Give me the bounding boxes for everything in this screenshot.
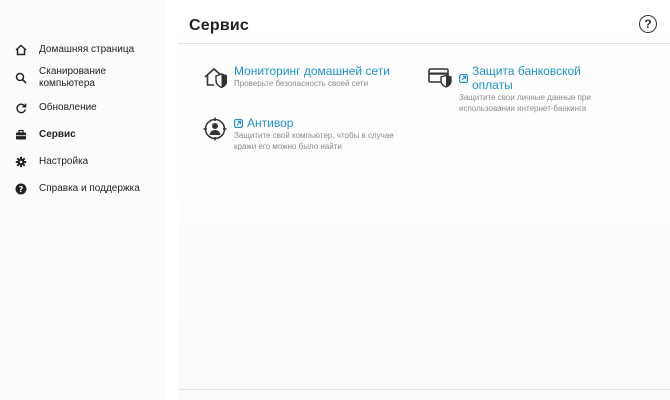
tile-description: Защитите свой компьютер, чтобы в случае … (234, 131, 394, 151)
page-title: Сервис (189, 17, 249, 34)
tile-anti-theft[interactable]: Антивор Защитите свой компьютер, чтобы в… (203, 116, 408, 152)
sidebar-item-service[interactable]: Сервис (0, 121, 166, 148)
external-link-icon (234, 118, 243, 128)
header-divider (178, 43, 670, 44)
sidebar-item-scan[interactable]: Сканирование компьютера (0, 62, 166, 94)
tile-home-network-monitor[interactable]: Мониторинг домашней сети Проверьте безоп… (203, 64, 408, 90)
sidebar-item-label: Справка и поддержка (39, 182, 140, 194)
sidebar-item-label: Сервис (39, 128, 76, 140)
tile-title-link[interactable]: Защита банковской оплаты (459, 64, 624, 92)
help-circle-icon: ? (14, 182, 28, 196)
tile-description: Проверьте безопасность своей сети (234, 79, 369, 88)
help-button[interactable]: ? (639, 15, 657, 33)
sidebar-item-update[interactable]: Обновление (0, 94, 166, 121)
search-icon (14, 71, 28, 85)
gear-icon (14, 155, 28, 169)
tile-title: Антивор (247, 116, 294, 130)
main-panel: Сервис ? Мониторинг домашней сети Провер… (178, 0, 670, 400)
sidebar-item-home[interactable]: Домашняя страница (0, 38, 166, 62)
question-mark-icon: ? (644, 17, 652, 31)
sidebar-item-label: Сканирование компьютера (39, 66, 107, 89)
footer-divider (178, 389, 670, 390)
sidebar: Домашняя страница Сканирование компьютер… (0, 0, 166, 400)
tile-title-link[interactable]: Антивор (234, 116, 408, 130)
home-network-shield-icon (203, 65, 227, 89)
bank-card-shield-icon (428, 65, 452, 89)
sidebar-item-label: Обновление (39, 101, 97, 113)
svg-text:?: ? (19, 185, 24, 194)
sidebar-item-label: Настройка (39, 155, 89, 167)
external-link-icon (459, 73, 468, 83)
tile-title: Защита банковской оплаты (472, 64, 581, 92)
tile-text: Антивор Защитите свой компьютер, чтобы в… (234, 116, 408, 152)
sidebar-item-settings[interactable]: Настройка (0, 148, 166, 175)
tile-title-link[interactable]: Мониторинг домашней сети (234, 64, 390, 78)
tile-text: Мониторинг домашней сети Проверьте безоп… (234, 64, 390, 90)
refresh-icon (14, 101, 28, 115)
briefcase-icon (14, 128, 28, 142)
sidebar-item-help[interactable]: ? Справка и поддержка (0, 175, 166, 202)
tile-safe-money[interactable]: Защита банковской оплаты Защитите свои л… (428, 64, 628, 114)
tile-description: Защитите свои личные данные при использо… (459, 93, 591, 113)
tile-title: Мониторинг домашней сети (234, 64, 390, 78)
sidebar-nav: Домашняя страница Сканирование компьютер… (0, 38, 166, 202)
tile-text: Защита банковской оплаты Защитите свои л… (459, 64, 624, 114)
home-icon (14, 43, 28, 57)
sidebar-item-label: Домашняя страница (39, 44, 135, 55)
anti-theft-icon (203, 117, 227, 141)
